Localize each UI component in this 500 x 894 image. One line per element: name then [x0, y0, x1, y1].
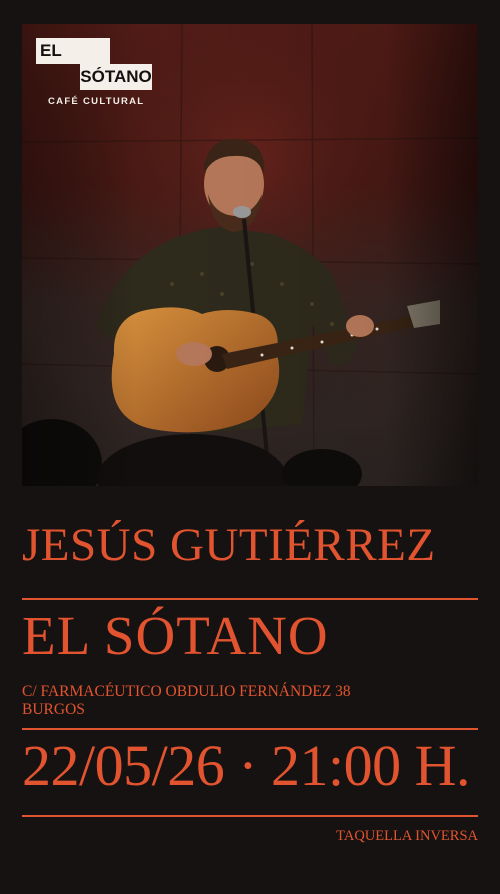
address-city: BURGOS [22, 701, 85, 718]
logo-mark: EL SÓTANO [36, 38, 152, 90]
venue-address: C/ FARMACÉUTICO OBDULIO FERNÁNDEZ 38 BUR… [22, 683, 351, 719]
artist-name: JESÚS GUTIÉRREZ [22, 519, 436, 571]
event-datetime: 22/05/26 · 21:00 H. [22, 733, 471, 798]
divider [22, 598, 478, 600]
ticket-info: TAQUELLA INVERSA [336, 828, 478, 844]
address-street: C/ FARMACÉUTICO OBDULIO FERNÁNDEZ 38 [22, 683, 351, 700]
divider [22, 728, 478, 730]
venue-name: EL SÓTANO [22, 605, 329, 666]
divider [22, 815, 478, 817]
venue-logo: EL SÓTANO CAFÉ CULTURAL [36, 38, 154, 107]
logo-line1: EL [36, 38, 110, 64]
logo-subtitle: CAFÉ CULTURAL [48, 96, 145, 107]
logo-line2: SÓTANO [80, 64, 152, 90]
